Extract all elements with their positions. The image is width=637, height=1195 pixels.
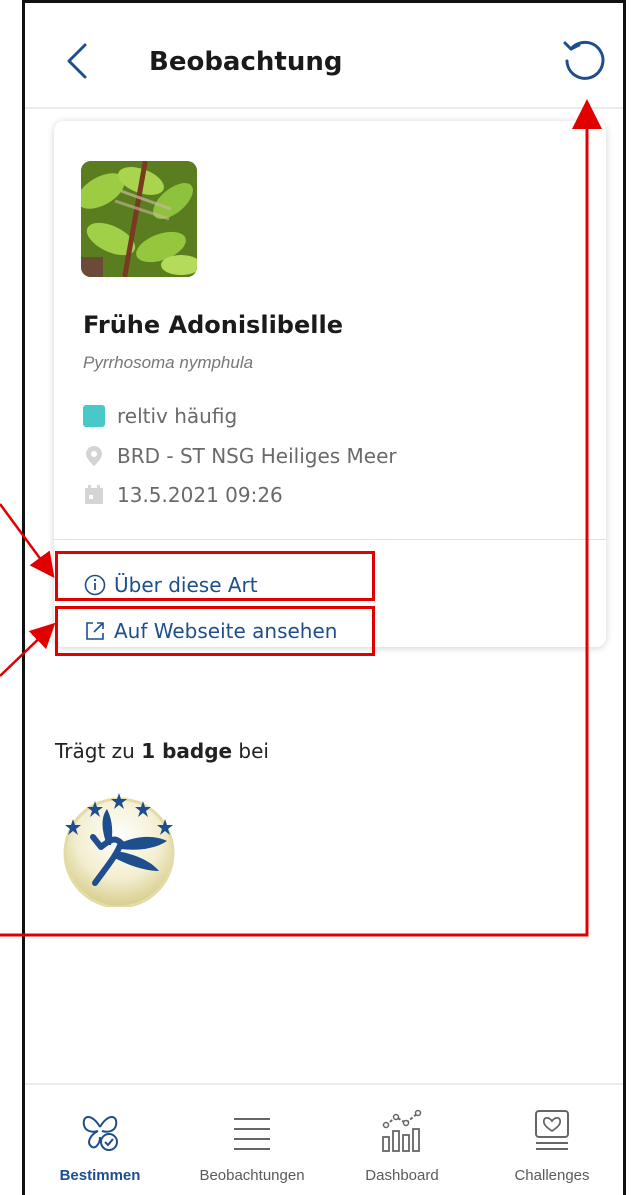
tab-bestimmen-label: Bestimmen bbox=[59, 1167, 141, 1184]
tab-beobachtungen[interactable]: Beobachtungen bbox=[177, 1085, 327, 1195]
list-icon bbox=[234, 1118, 270, 1150]
bottom-tab-bar: Bestimmen Beobachtungen Dashboard Challe… bbox=[25, 1083, 623, 1195]
tab-dashboard[interactable]: Dashboard bbox=[327, 1085, 477, 1195]
back-button[interactable] bbox=[61, 41, 93, 81]
tab-bestimmen[interactable]: Bestimmen bbox=[25, 1085, 175, 1195]
tab-dashboard-label: Dashboard bbox=[365, 1167, 439, 1184]
top-bar: Beobachtung bbox=[25, 3, 623, 109]
dragonfly-badge[interactable] bbox=[55, 779, 183, 909]
location-row: BRD - ST NSG Heiliges Meer bbox=[83, 444, 397, 468]
highlight-website-link bbox=[55, 606, 375, 656]
frequency-square-icon bbox=[83, 405, 105, 427]
calendar-icon bbox=[85, 485, 103, 504]
highlight-about-link bbox=[55, 551, 375, 601]
date-row: 13.5.2021 09:26 bbox=[83, 483, 283, 507]
location-label: BRD - ST NSG Heiliges Meer bbox=[117, 444, 397, 468]
badge-text-suffix: bei bbox=[232, 739, 269, 763]
heart-card-icon bbox=[535, 1110, 569, 1150]
badge-contribution-text: Trägt zu 1 badge bei bbox=[55, 739, 269, 763]
tab-challenges-label: Challenges bbox=[514, 1167, 590, 1184]
frequency-row: reltiv häufig bbox=[83, 404, 237, 428]
butterfly-check-icon bbox=[82, 1116, 118, 1151]
card-divider bbox=[54, 539, 606, 540]
location-pin-icon bbox=[86, 446, 102, 466]
page-title: Beobachtung bbox=[149, 47, 343, 77]
undo-button[interactable] bbox=[559, 35, 607, 83]
undo-icon bbox=[563, 40, 605, 80]
species-latin-name: Pyrrhosoma nymphula bbox=[83, 353, 254, 372]
badge-count: 1 badge bbox=[141, 739, 233, 763]
species-photo[interactable] bbox=[81, 161, 197, 277]
species-name: Frühe Adonislibelle bbox=[83, 311, 343, 339]
frequency-label: reltiv häufig bbox=[117, 404, 238, 428]
chevron-left-icon bbox=[67, 43, 87, 79]
tab-beobachtungen-label: Beobachtungen bbox=[199, 1167, 305, 1184]
dragonfly-badge-icon bbox=[63, 793, 175, 909]
chart-icon bbox=[382, 1109, 422, 1152]
tab-challenges[interactable]: Challenges bbox=[477, 1085, 623, 1195]
dragonfly-photo-icon bbox=[81, 161, 197, 277]
badge-text-prefix: Trägt zu bbox=[55, 739, 142, 763]
date-label: 13.5.2021 09:26 bbox=[117, 483, 283, 507]
